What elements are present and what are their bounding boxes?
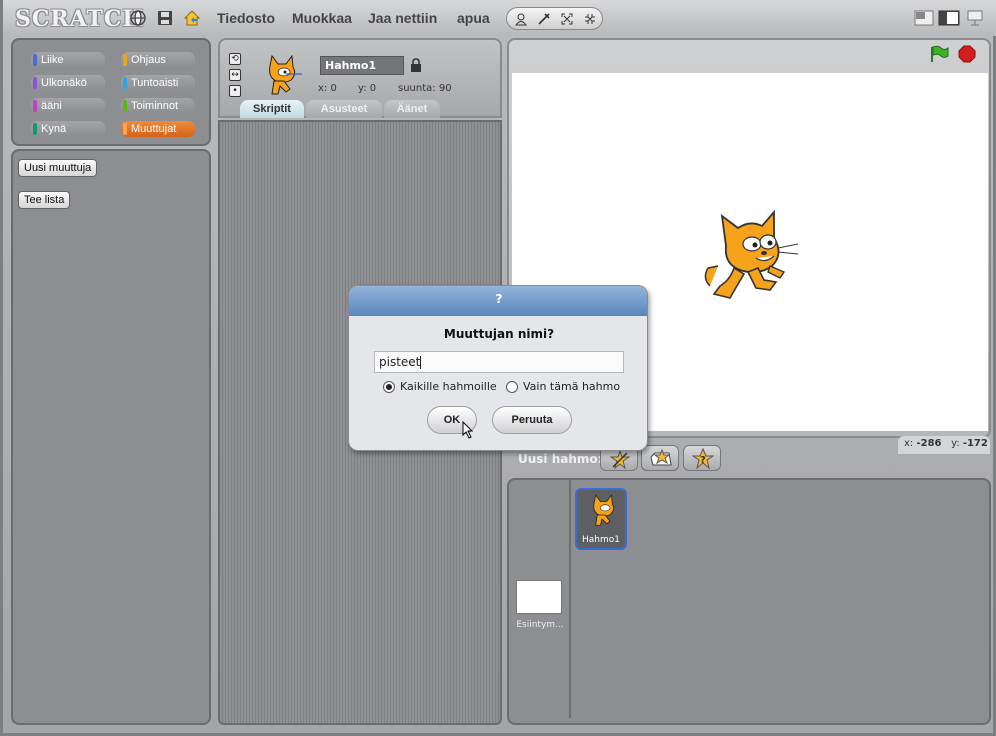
category-label: Kynä — [41, 123, 67, 135]
mouse-y-label: y: — [951, 438, 960, 449]
new-variable-button[interactable]: Uusi muuttuja — [18, 159, 98, 177]
menu-bar: SCRATCH Tiedosto Muokkaa Jaa nettiin apu… — [3, 0, 996, 36]
stop-sign-icon[interactable] — [958, 45, 976, 63]
x-label: x: — [318, 83, 328, 94]
category-label: Ohjaus — [131, 54, 166, 66]
sprite-list-divider — [569, 480, 571, 718]
category-label: Liike — [41, 54, 64, 66]
new-variable-dialog: ? Muuttujan nimi? pisteet Kaikille hahmo… — [348, 285, 648, 451]
menu-edit[interactable]: Muokkaa — [292, 10, 352, 26]
cancel-button[interactable]: Peruuta — [492, 406, 572, 434]
radio-all-sprites[interactable] — [383, 381, 395, 393]
rotate-style-icon[interactable]: ⟲ — [229, 53, 241, 65]
radio-all-sprites-label: Kaikille hahmoille — [400, 380, 497, 393]
direction-label: suunta: — [398, 83, 436, 94]
dialog-title: ? — [349, 286, 647, 316]
x-value: 0 — [330, 83, 337, 94]
category-label: Toiminnot — [131, 100, 179, 112]
category-motion[interactable]: Liike — [31, 52, 105, 68]
sprite-thumbnail — [256, 52, 304, 100]
mouse-x-value: -286 — [916, 438, 942, 449]
sprite-name-field[interactable]: Hahmo1 — [320, 56, 404, 75]
sprite-tile-image — [593, 494, 614, 526]
variable-name-value: pisteet — [379, 355, 421, 369]
category-label: Ulkonäkö — [41, 77, 87, 89]
choose-sprite-button[interactable] — [641, 445, 679, 471]
category-panel: Liike Ohjaus Ulkonäkö Tuntoaisti ääni To… — [11, 38, 211, 146]
category-control[interactable]: Ohjaus — [121, 52, 195, 68]
category-color-stripe — [33, 100, 37, 112]
category-label: ääni — [41, 100, 62, 112]
small-stage-icon[interactable] — [914, 10, 934, 26]
category-variables[interactable]: Muuttujat — [121, 121, 195, 137]
tab-scripts[interactable]: Skriptit — [240, 100, 304, 118]
sprite-header: ⟲ ↔ • Hahmo1 x: 0 y: 0 suunta: 90 Skript… — [218, 38, 502, 118]
category-color-stripe — [123, 100, 127, 112]
mouse-coordinates: x: -286 y: -172 — [898, 436, 990, 454]
sprite-tile-hahmo1[interactable]: Hahmo1 — [575, 488, 627, 550]
stage-label: Esiintym... — [516, 620, 564, 630]
mouse-y-value: -172 — [962, 438, 988, 449]
category-color-stripe — [33, 77, 37, 89]
folder-star-icon — [650, 449, 672, 466]
scratch-logo: SCRATCH — [15, 6, 145, 32]
globe-icon[interactable] — [128, 8, 148, 28]
category-color-stripe — [33, 54, 37, 66]
question-star-icon: ? — [692, 448, 714, 470]
stage-thumbnail[interactable] — [516, 580, 562, 614]
sprite-tile-label: Hahmo1 — [582, 535, 620, 545]
presentation-mode-icon[interactable] — [965, 10, 985, 26]
sprite-list: Hahmo1 Esiintym... — [507, 478, 991, 725]
green-flag-icon[interactable] — [929, 45, 949, 63]
surprise-sprite-button[interactable]: ? — [683, 445, 721, 471]
category-color-stripe — [123, 123, 127, 135]
direction-value: 90 — [438, 83, 452, 94]
lock-icon[interactable] — [410, 58, 422, 72]
y-value: 0 — [369, 83, 377, 94]
category-looks[interactable]: Ulkonäkö — [31, 75, 105, 91]
share-icon[interactable] — [182, 8, 202, 28]
sprite-y-readout: y: 0 — [358, 83, 376, 94]
category-color-stripe — [33, 123, 37, 135]
new-list-button[interactable]: Tee lista — [18, 191, 71, 209]
duplicate-icon[interactable] — [512, 11, 530, 27]
normal-stage-icon[interactable] — [938, 10, 960, 26]
category-sensing[interactable]: Tuntoaisti — [121, 75, 195, 91]
no-rotate-icon[interactable]: • — [229, 85, 241, 97]
blocks-palette: Uusi muuttuja Tee lista — [11, 149, 211, 725]
new-sprite-label: Uusi hahmo: — [518, 452, 603, 466]
save-icon[interactable] — [155, 8, 175, 28]
mouse-pointer-icon — [462, 421, 474, 439]
tab-costumes[interactable]: Asusteet — [306, 100, 382, 118]
flip-style-icon[interactable]: ↔ — [229, 69, 241, 81]
dialog-prompt: Muuttujan nimi? — [443, 327, 555, 341]
sprite-direction-readout: suunta: 90 — [398, 83, 452, 94]
category-pen[interactable]: Kynä — [31, 121, 105, 137]
category-label: Muuttujat — [131, 123, 177, 135]
radio-this-sprite-label: Vain tämä hahmo — [523, 380, 621, 393]
y-label: y: — [358, 83, 367, 94]
menu-file[interactable]: Tiedosto — [217, 10, 275, 26]
sprite-x-readout: x: 0 — [318, 83, 337, 94]
category-color-stripe — [123, 77, 127, 89]
cat-sprite[interactable] — [700, 198, 800, 306]
category-operators[interactable]: Toiminnot — [121, 98, 195, 114]
tool-pill — [506, 7, 603, 30]
text-cursor — [420, 356, 422, 369]
paint-star-icon — [609, 449, 631, 469]
cut-icon[interactable] — [535, 11, 553, 27]
category-color-stripe — [123, 54, 127, 66]
radio-this-sprite[interactable] — [506, 381, 518, 393]
menu-share[interactable]: Jaa nettiin — [368, 10, 437, 26]
grow-icon[interactable] — [558, 11, 576, 27]
variable-name-input[interactable]: pisteet — [374, 351, 624, 373]
category-sound[interactable]: ääni — [31, 98, 105, 114]
shrink-icon[interactable] — [581, 11, 599, 27]
tab-sounds[interactable]: Äänet — [384, 100, 440, 118]
menu-help[interactable]: apua — [457, 10, 490, 26]
mouse-x-label: x: — [904, 438, 914, 449]
svg-text:?: ? — [700, 455, 706, 466]
category-label: Tuntoaisti — [131, 77, 179, 89]
